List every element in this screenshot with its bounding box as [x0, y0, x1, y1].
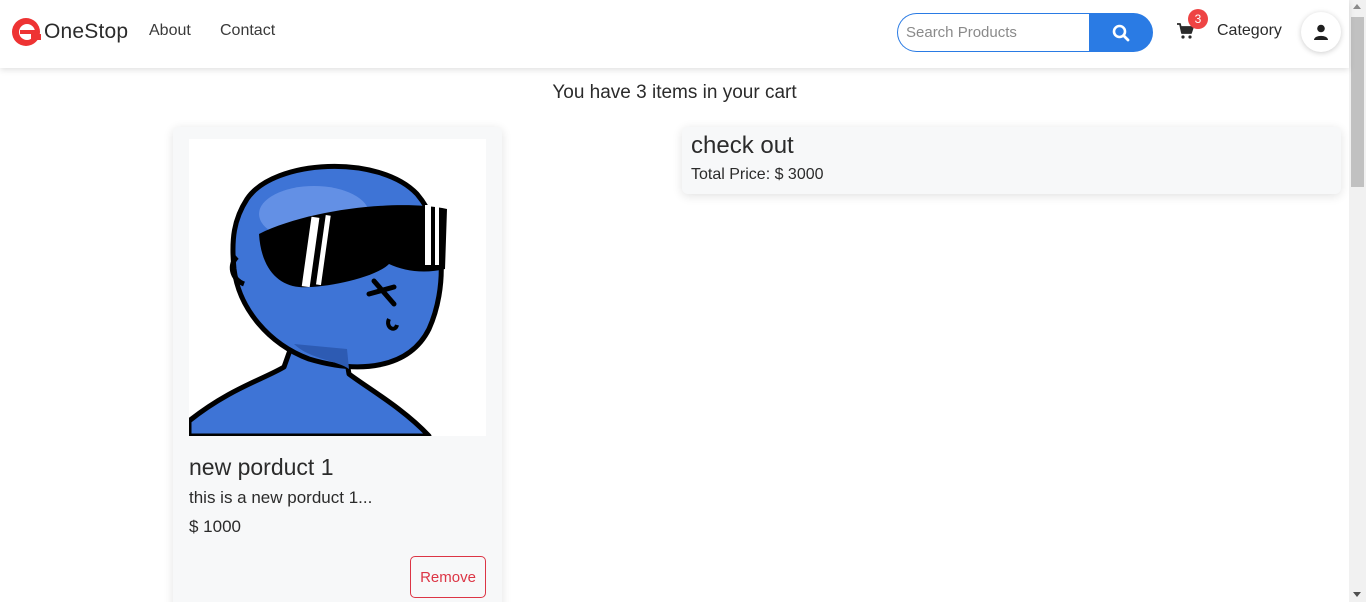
product-image — [189, 139, 486, 436]
search-input[interactable] — [897, 13, 1089, 52]
scroll-down-arrow-icon[interactable] — [1353, 592, 1361, 597]
product-price: $ 1000 — [189, 517, 241, 536]
brand[interactable]: OneStop — [11, 17, 128, 47]
category-dropdown[interactable]: Category — [1217, 22, 1282, 40]
checkout-card: check out Total Price: $ 3000 — [682, 127, 1341, 194]
product-name: new porduct 1 — [189, 454, 334, 480]
nav-link-contact[interactable]: Contact — [220, 22, 275, 40]
user-icon — [1314, 24, 1328, 40]
remove-button[interactable]: Remove — [410, 556, 486, 598]
navbar: OneStop About Contact 3 Category — [0, 0, 1349, 68]
nav-link-about[interactable]: About — [149, 22, 191, 40]
brand-name: OneStop — [44, 20, 129, 43]
cart-heading: You have 3 items in your cart — [552, 82, 797, 103]
product-card: new porduct 1 this is a new porduct 1...… — [173, 127, 502, 602]
checkout-total-price: Total Price: $ 3000 — [691, 166, 824, 183]
search-button[interactable] — [1089, 13, 1153, 52]
checkout-title[interactable]: check out — [691, 132, 794, 160]
cart-count-badge: 3 — [1188, 9, 1208, 29]
search-form — [897, 13, 1153, 52]
brand-logo-icon — [12, 18, 41, 46]
user-account-button[interactable] — [1301, 12, 1341, 52]
scroll-up-arrow-icon[interactable] — [1353, 4, 1361, 9]
product-description: this is a new porduct 1... — [189, 488, 373, 507]
scrollbar-thumb[interactable] — [1351, 17, 1364, 187]
search-icon — [1112, 24, 1130, 41]
